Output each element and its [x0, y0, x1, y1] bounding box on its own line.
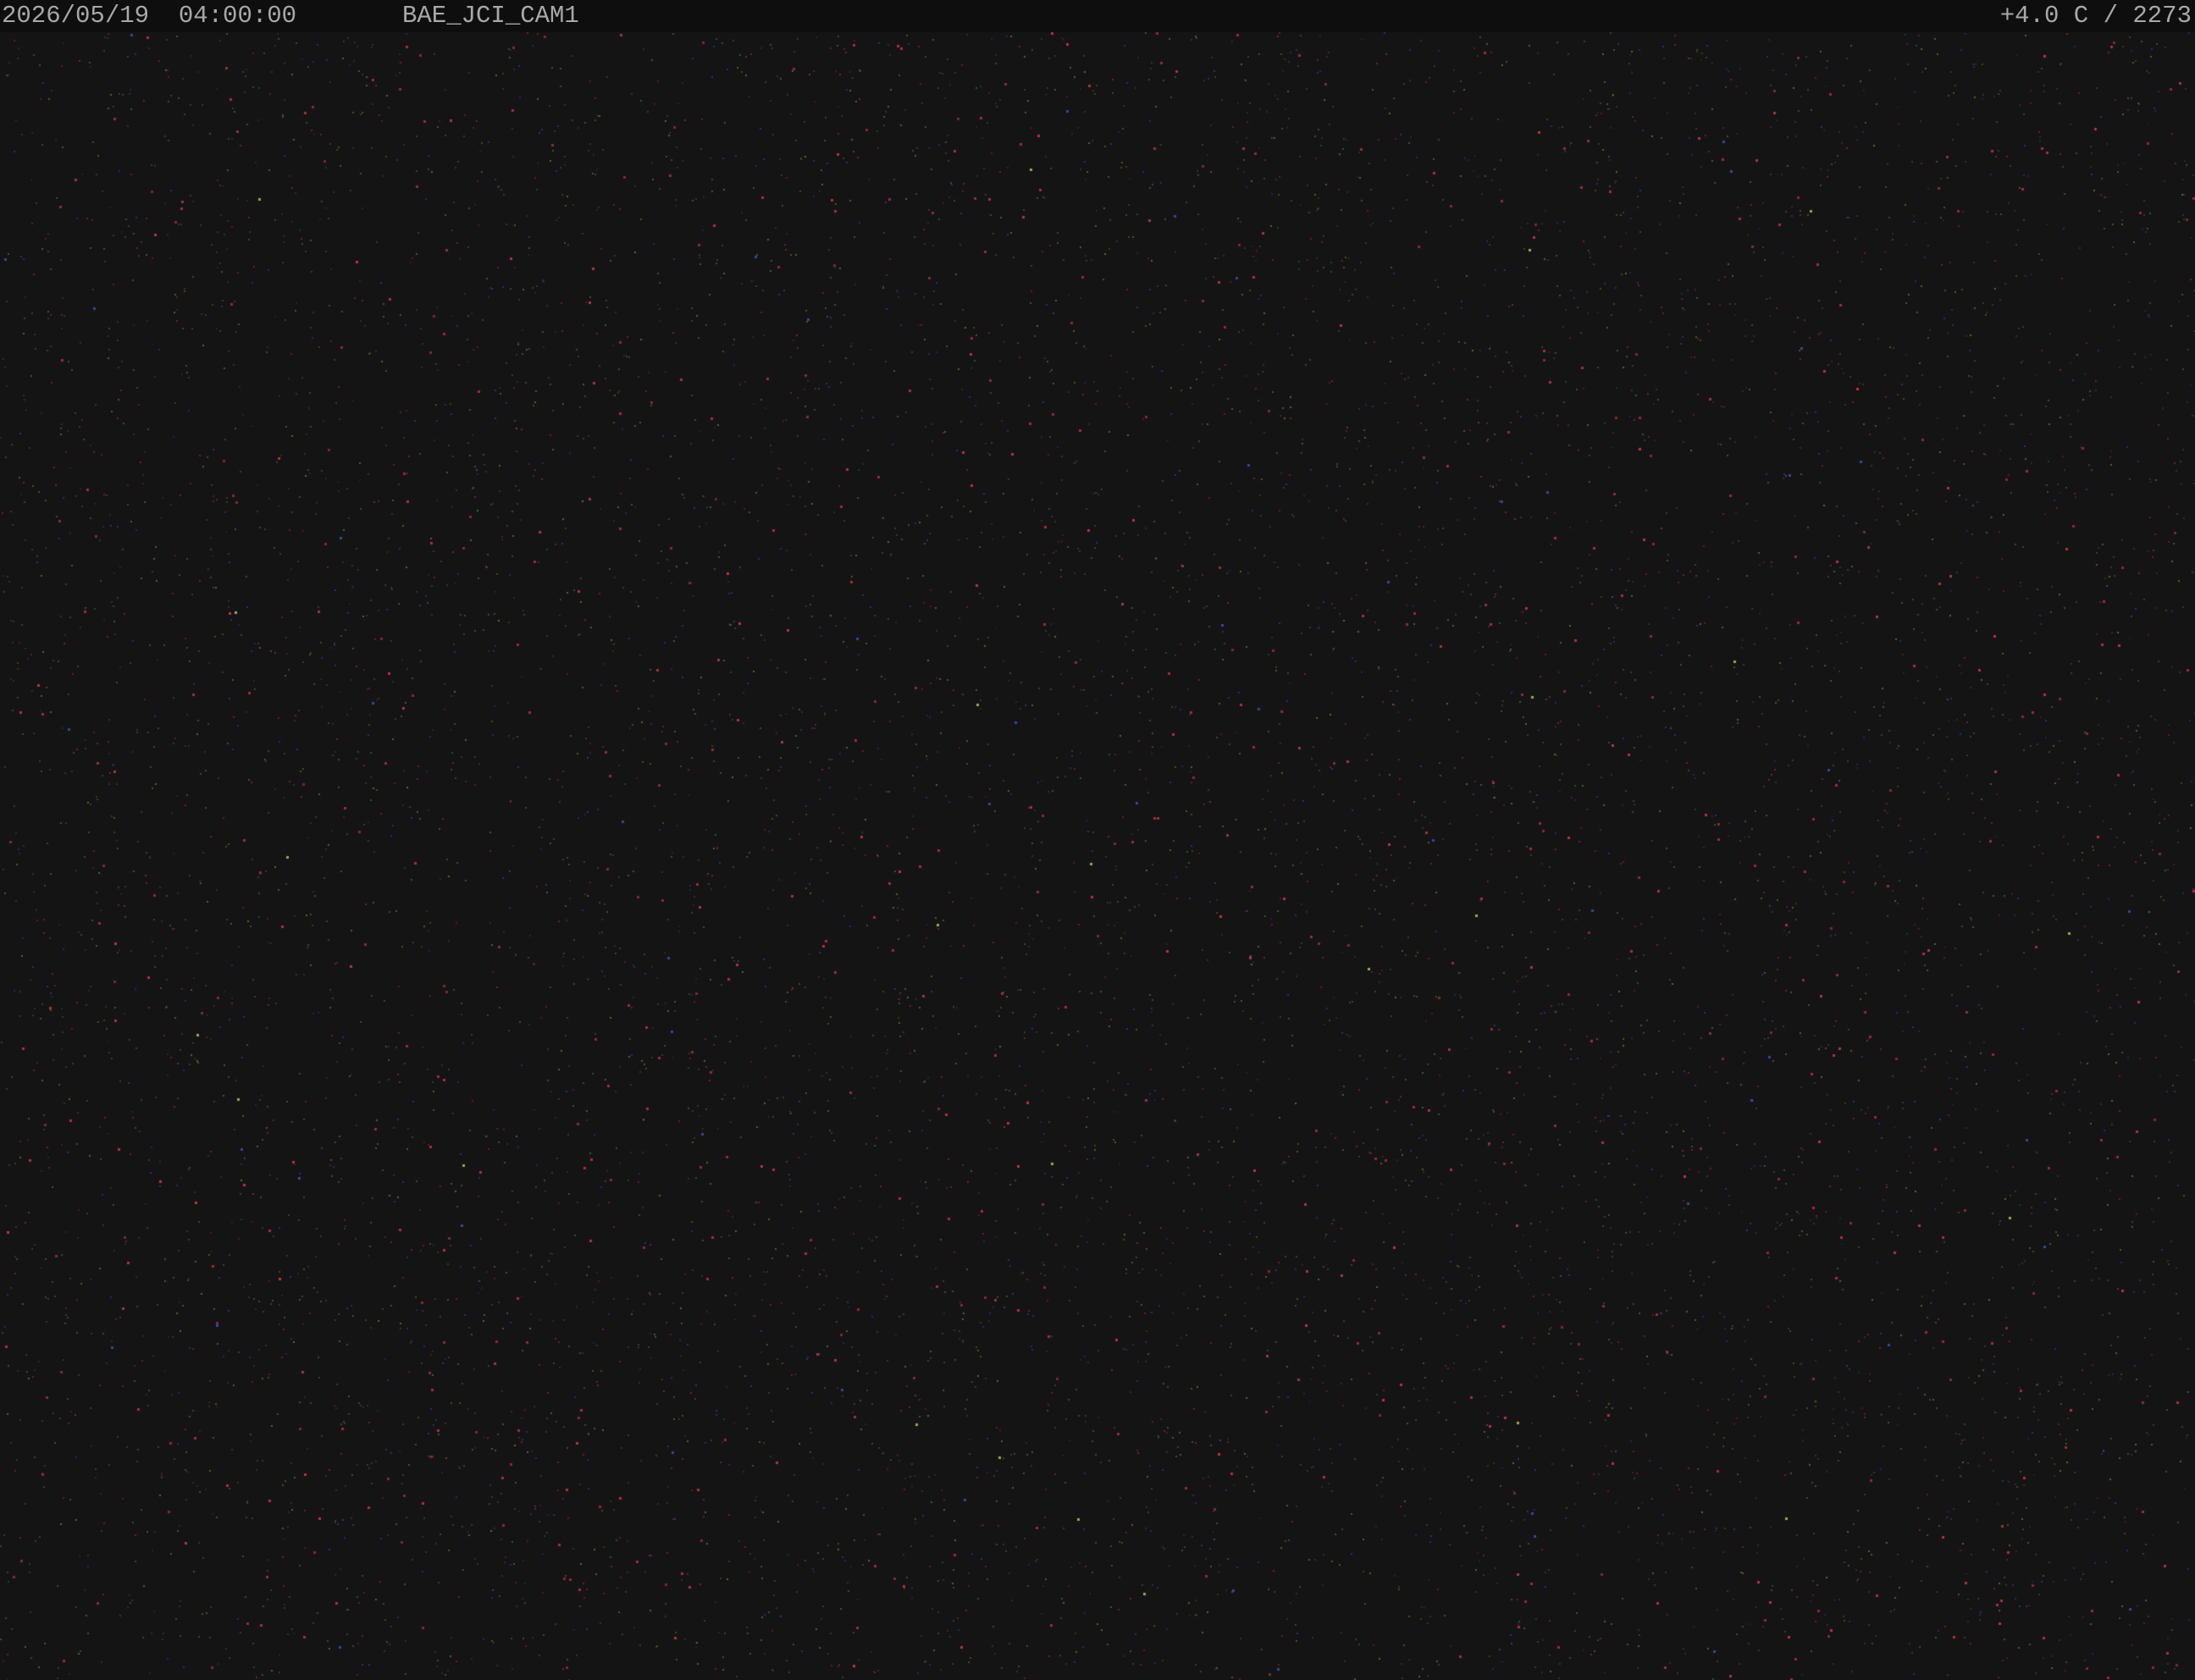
camera-frame: 2026/05/19 04:00:00 BAE_JCI_CAM1 +4.0 C … — [0, 0, 2195, 1680]
camera-overlay-bar: 2026/05/19 04:00:00 BAE_JCI_CAM1 +4.0 C … — [0, 0, 2195, 32]
frame-counter: 2273 — [2132, 2, 2192, 30]
temperature-readout: +4.0 C / 2273 — [2000, 0, 2192, 32]
temperature-value: +4.0 C — [1999, 2, 2089, 30]
readout-separator: / — [2103, 2, 2118, 30]
night-sky-sensor-noise — [0, 0, 2195, 1680]
camera-id-label: BAE_JCI_CAM1 — [402, 2, 579, 30]
overlay-time: 04:00:00 — [178, 2, 297, 30]
timestamp: 2026/05/19 04:00:00 — [2, 0, 296, 32]
overlay-date: 2026/05/19 — [2, 2, 150, 30]
